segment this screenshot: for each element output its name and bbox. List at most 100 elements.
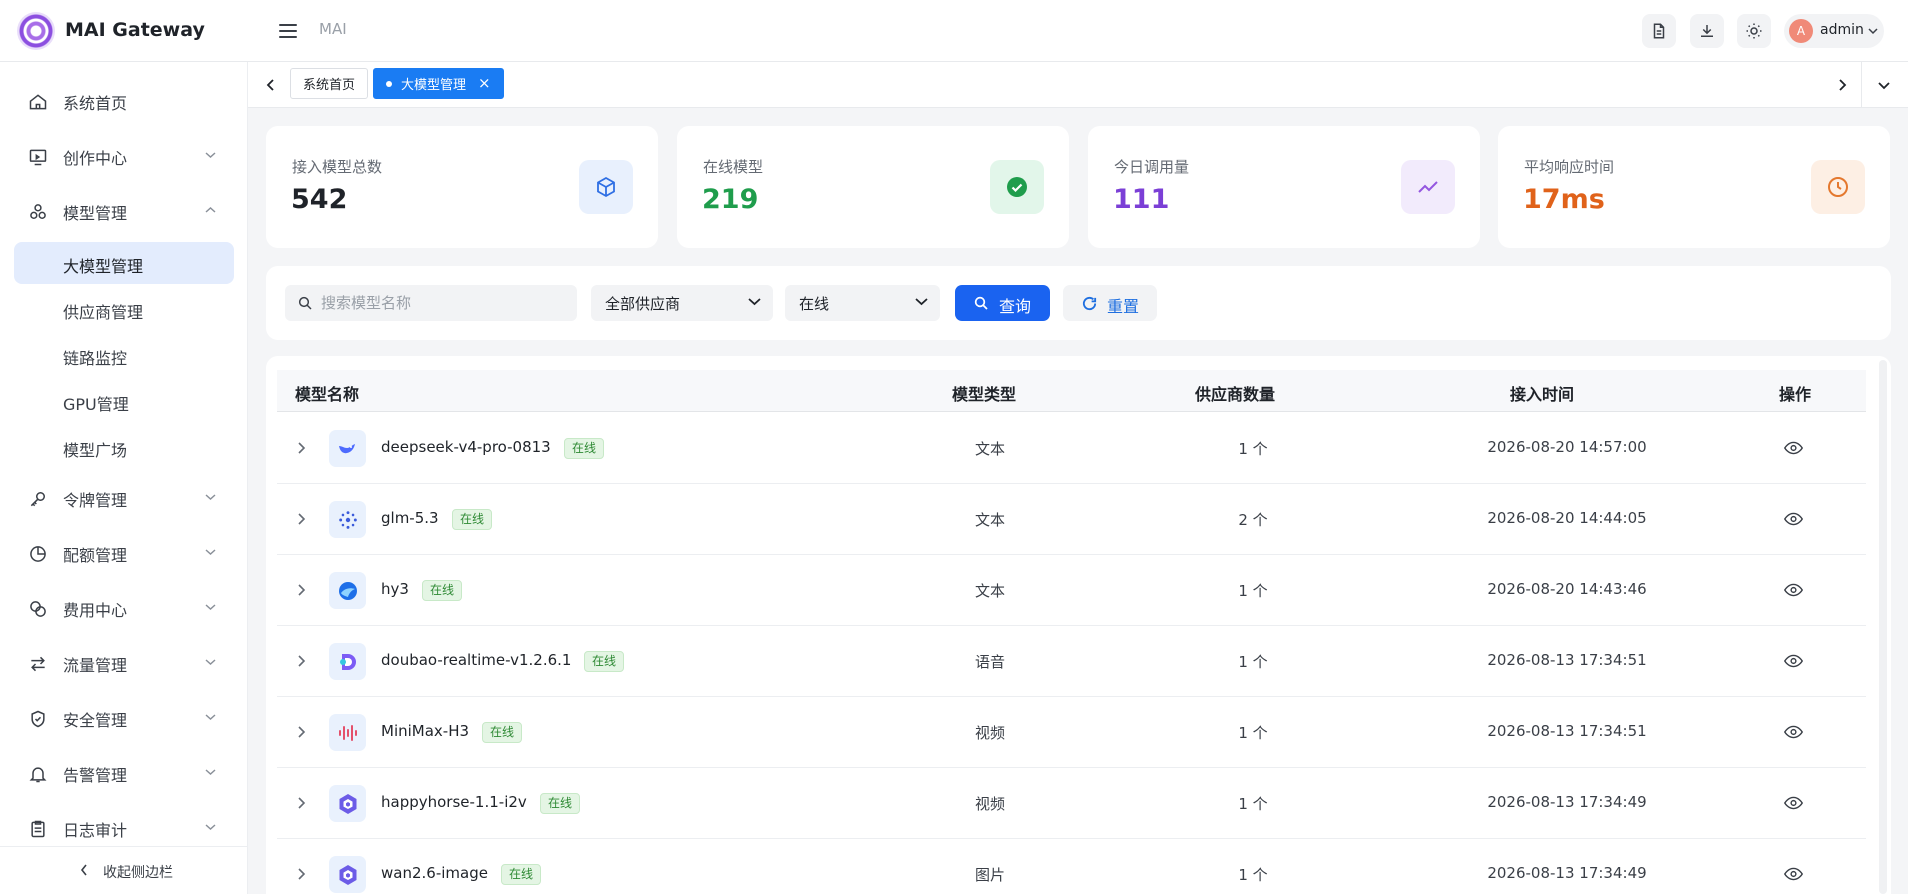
reset-button-label: 重置	[1107, 297, 1140, 316]
sidebar-item-home[interactable]: 系统首页	[14, 81, 234, 123]
chevron-right-icon[interactable]	[297, 725, 306, 739]
filter-bar: 全部供应商 在线 查询 重置	[266, 266, 1891, 340]
menu-toggle-button[interactable]	[279, 20, 297, 42]
sidebar: 系统首页 创作中心 模型管理 大模型管理 供应商管理 链路监控 GPU管理 模型…	[0, 62, 248, 894]
tabs-menu-chevron-down-icon[interactable]	[1875, 76, 1893, 94]
table-row[interactable]: happyhorse-1.1-i2v 在线 视频 1 个 2026-08-13 17:3…	[277, 768, 1866, 839]
sidebar-subitem-label: 链路监控	[63, 349, 128, 368]
view-eye-icon[interactable]	[1784, 867, 1803, 881]
bell-icon	[29, 767, 47, 783]
model-name[interactable]: glm-5.3	[381, 509, 439, 527]
model-name[interactable]: happyhorse-1.1-i2v	[381, 793, 527, 811]
reset-button[interactable]: 重置	[1063, 285, 1157, 321]
theme-toggle-button[interactable]	[1737, 14, 1771, 48]
view-eye-icon[interactable]	[1784, 441, 1803, 455]
model-type: 视频	[974, 795, 1005, 813]
document-icon	[1653, 23, 1665, 39]
refresh-icon	[1082, 296, 1097, 311]
sidebar-subitem-trace[interactable]: 链路监控	[14, 334, 234, 376]
view-eye-icon[interactable]	[1784, 654, 1803, 668]
view-eye-icon[interactable]	[1784, 512, 1803, 526]
sidebar-subitem-gpu[interactable]: GPU管理	[14, 380, 234, 422]
tabs-scroll-left-icon[interactable]	[262, 76, 280, 94]
chevron-down-icon	[748, 298, 761, 306]
clock-icon	[1811, 160, 1865, 214]
sidebar-subitem-label: 大模型管理	[63, 257, 144, 276]
scrollbar[interactable]	[1879, 360, 1887, 894]
table-row[interactable]: MiniMax-H3 在线 视频 1 个 2026-08-13 17:34:51	[277, 697, 1866, 768]
avatar: A	[1789, 19, 1813, 43]
sidebar-item-alerts[interactable]: 告警管理	[14, 753, 234, 795]
view-eye-icon[interactable]	[1784, 796, 1803, 810]
deepseek-logo-icon	[329, 430, 366, 467]
stat-label: 今日调用量	[1114, 158, 1190, 176]
search-input[interactable]	[321, 285, 571, 321]
user-menu[interactable]: A admin	[1784, 14, 1884, 48]
model-name[interactable]: hy3	[381, 580, 409, 598]
download-button[interactable]	[1690, 14, 1724, 48]
table-row[interactable]: wan2.6-image 在线 图片 1 个 2026-08-13 17:34:49	[277, 839, 1866, 894]
sidebar-item-traffic[interactable]: 流量管理	[14, 643, 234, 685]
created-time: 2026-08-13 17:34:49	[1487, 793, 1647, 811]
table-row[interactable]: deepseek-v4-pro-0813 在线 文本 1 个 2026-08-20 14…	[277, 413, 1866, 484]
chevron-down-icon	[205, 769, 216, 776]
document-button[interactable]	[1642, 14, 1676, 48]
sidebar-item-creation[interactable]: 创作中心	[14, 136, 234, 178]
table-row[interactable]: glm-5.3 在线 文本 2 个 2026-08-20 14:44:05	[277, 484, 1866, 555]
sidebar-item-audit[interactable]: 日志审计	[14, 808, 234, 850]
doubao-logo-icon	[329, 643, 366, 680]
status-badge: 在线	[540, 793, 581, 814]
provider-count: 1 个	[1238, 866, 1268, 884]
close-icon[interactable]: ×	[478, 76, 491, 91]
sidebar-item-tokens[interactable]: 令牌管理	[14, 478, 234, 520]
sidebar-item-models[interactable]: 模型管理	[14, 191, 234, 233]
status-select[interactable]: 在线	[785, 285, 940, 321]
chevron-right-icon[interactable]	[297, 796, 306, 810]
chevron-right-icon[interactable]	[297, 512, 306, 526]
sidebar-item-label: 令牌管理	[63, 491, 128, 510]
chevron-right-icon[interactable]	[297, 654, 306, 668]
collapse-sidebar-button[interactable]: 收起侧边栏	[0, 846, 248, 894]
app-title: MAI Gateway	[65, 19, 205, 41]
model-name[interactable]: wan2.6-image	[381, 864, 488, 882]
sidebar-subitem-plaza[interactable]: 模型广场	[14, 426, 234, 468]
sidebar-subitem-providers[interactable]: 供应商管理	[14, 288, 234, 330]
chevron-right-icon[interactable]	[297, 867, 306, 881]
sidebar-item-security[interactable]: 安全管理	[14, 698, 234, 740]
hunyuan-logo-icon	[329, 572, 366, 609]
sidebar-item-quota[interactable]: 配额管理	[14, 533, 234, 575]
sidebar-subitem-label: 模型广场	[63, 441, 128, 460]
chevron-right-icon[interactable]	[297, 441, 306, 455]
check-circle-icon	[990, 160, 1044, 214]
sidebar-item-label: 创作中心	[63, 149, 128, 168]
sidebar-subitem-llm[interactable]: 大模型管理	[14, 242, 234, 284]
model-type: 文本	[974, 582, 1005, 600]
view-eye-icon[interactable]	[1784, 725, 1803, 739]
sidebar-item-billing[interactable]: 费用中心	[14, 588, 234, 630]
chevron-down-icon	[205, 549, 216, 556]
minimax-logo-icon	[329, 714, 366, 751]
sidebar-item-label: 费用中心	[63, 601, 128, 620]
model-name[interactable]: MiniMax-H3	[381, 722, 469, 740]
provider-select[interactable]: 全部供应商	[591, 285, 773, 321]
chevron-down-icon	[205, 659, 216, 666]
coins-icon	[30, 601, 46, 617]
table-header: 模型名称 模型类型 供应商数量 接入时间 操作	[277, 370, 1866, 412]
query-button-label: 查询	[999, 297, 1032, 316]
status-select-value: 在线	[799, 295, 830, 313]
tab-home[interactable]: 系统首页	[290, 68, 369, 99]
tab-llm-management[interactable]: 大模型管理 ×	[373, 68, 504, 99]
stat-card-avg-latency: 平均响应时间 17ms	[1498, 126, 1890, 248]
home-icon	[29, 94, 47, 110]
model-name[interactable]: deepseek-v4-pro-0813	[381, 438, 551, 456]
search-box[interactable]	[285, 285, 577, 321]
query-button[interactable]: 查询	[955, 285, 1050, 321]
tabs-scroll-right-icon[interactable]	[1833, 76, 1851, 94]
view-eye-icon[interactable]	[1784, 583, 1803, 597]
stat-card-online-models: 在线模型 219	[677, 126, 1069, 248]
chevron-right-icon[interactable]	[297, 583, 306, 597]
table-row[interactable]: doubao-realtime-v1.2.6.1 在线 语音 1 个 2026-08-1…	[277, 626, 1866, 697]
stat-label: 接入模型总数	[292, 158, 383, 176]
table-row[interactable]: hy3 在线 文本 1 个 2026-08-20 14:43:46	[277, 555, 1866, 626]
model-name[interactable]: doubao-realtime-v1.2.6.1	[381, 651, 571, 669]
